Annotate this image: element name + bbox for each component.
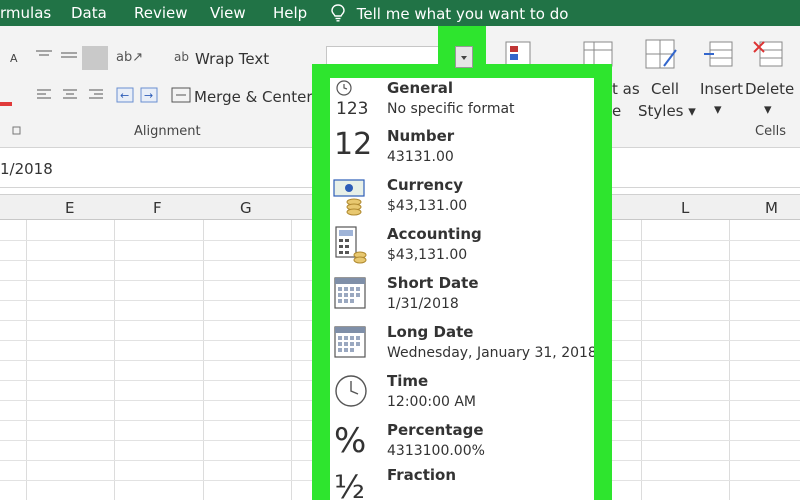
align-middle-icon[interactable] [60,48,78,62]
accounting-calculator-icon [335,226,367,264]
format-option-long-date[interactable]: Long Date Wednesday, January 31, 2018 [330,323,594,371]
format-sample: 4313100.00% [387,443,485,459]
svg-text:ab: ab [174,50,189,64]
delete-cells-icon[interactable] [752,38,788,72]
merge-center-icon[interactable] [171,86,191,104]
number-12-icon: 12 [334,127,373,162]
general-123-icon: 123 [336,80,368,119]
align-top-icon[interactable] [35,48,53,62]
format-as-table-label[interactable]: t as [612,80,640,98]
tell-me-search[interactable]: Tell me what you want to do [330,4,568,23]
svg-text:ab↗: ab↗ [116,50,143,64]
column-header-e[interactable]: E [65,199,74,217]
format-option-short-date[interactable]: Short Date 1/31/2018 [330,274,594,322]
svg-text:→: → [144,89,153,102]
number-format-dropdown: 123 General No specific format 12 Number… [330,78,594,500]
wrap-text-icon[interactable]: ab [174,48,192,64]
format-sample: $43,131.00 [387,247,468,263]
delete-button[interactable]: Delete [745,80,794,98]
delete-dropdown-arrow[interactable]: ▾ [764,100,772,118]
format-sample: 43131.00 [387,149,454,165]
cells-group-label: Cells [755,124,787,139]
format-option-currency[interactable]: Currency $43,131.00 [330,176,594,224]
format-sample: Wednesday, January 31, 2018 [387,345,594,361]
formula-bar-value[interactable]: 1/2018 [0,160,53,178]
svg-text:←: ← [120,89,129,102]
wrap-text-button[interactable]: Wrap Text [195,50,269,68]
format-option-time[interactable]: Time 12:00:00 AM [330,372,594,420]
format-name: Accounting [387,225,482,243]
format-option-accounting[interactable]: Accounting $43,131.00 [330,225,594,273]
time-clock-icon [335,375,367,407]
format-option-fraction[interactable]: ½ Fraction [330,466,594,500]
percentage-icon: % [334,421,367,461]
align-center-icon[interactable] [62,88,78,102]
font-color-icon[interactable] [0,86,12,106]
format-sample: $43,131.00 [387,198,468,214]
format-as-table-label-2[interactable]: e [612,102,621,120]
cell-styles-icon[interactable] [644,38,680,72]
format-name: Currency [387,176,464,194]
column-header-g[interactable]: G [240,199,252,217]
currency-money-icon [333,179,365,216]
format-name: General [387,79,453,97]
column-header-m[interactable]: M [765,199,778,217]
align-right-icon[interactable] [88,88,104,102]
insert-button[interactable]: Insert [700,80,743,98]
menu-formulas[interactable]: rmulas [0,4,51,22]
svg-text:123: 123 [336,99,368,119]
format-name: Short Date [387,274,479,292]
cell-styles-label[interactable]: Cell [651,80,679,98]
format-name: Long Date [387,323,474,341]
align-bottom-icon[interactable] [82,46,108,70]
menu-bar: rmulas Data Review View Help Tell me wha… [0,0,800,26]
increase-indent-icon[interactable]: → [140,87,158,103]
format-option-number[interactable]: 12 Number 43131.00 [330,127,594,175]
format-name: Time [387,372,429,390]
tell-me-text: Tell me what you want to do [356,5,569,23]
format-sample: 1/31/2018 [387,296,459,312]
format-sample: 12:00:00 AM [387,394,476,410]
align-left-icon[interactable] [36,88,52,102]
orientation-icon[interactable]: ab↗ [116,48,146,64]
cell-styles-label-2[interactable]: Styles ▾ [638,102,696,120]
insert-dropdown-arrow[interactable]: ▾ [714,100,722,118]
lightbulb-icon [331,4,345,22]
format-name: Number [387,127,455,145]
column-header-f[interactable]: F [153,199,162,217]
format-option-percentage[interactable]: % Percentage 4313100.00% [330,421,594,469]
font-size-decrease-icon[interactable]: A [8,50,22,64]
menu-help[interactable]: Help [273,4,307,22]
column-header-l[interactable]: L [681,199,689,217]
decrease-indent-icon[interactable]: ← [116,87,134,103]
fraction-icon: ½ [334,468,366,500]
number-format-dropdown-button[interactable] [455,46,473,68]
format-name: Fraction [387,466,456,484]
alignment-dialog-launcher-icon[interactable] [12,126,22,136]
format-sample: No specific format [387,101,515,117]
menu-review[interactable]: Review [134,4,188,22]
format-option-general[interactable]: 123 General No specific format [330,78,594,126]
merge-center-button[interactable]: Merge & Center [194,88,313,106]
format-name: Percentage [387,421,484,439]
long-date-calendar-icon [334,326,366,358]
alignment-group-label: Alignment [134,124,201,139]
menu-data[interactable]: Data [71,4,107,22]
menu-view[interactable]: View [210,4,246,22]
svg-text:A: A [10,52,18,64]
short-date-calendar-icon [334,277,366,309]
insert-cells-icon[interactable] [702,38,736,72]
